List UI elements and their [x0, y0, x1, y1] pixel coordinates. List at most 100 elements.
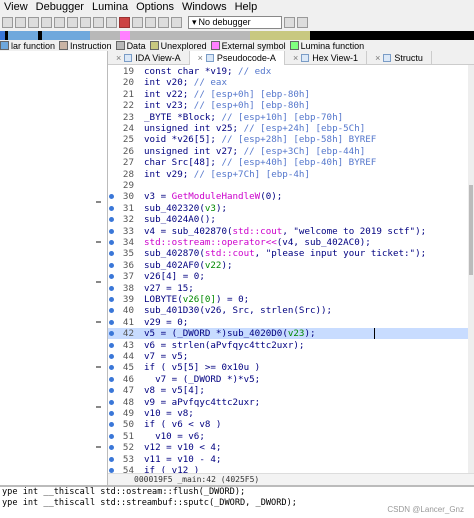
code-line[interactable]: 38 v27 = 15;: [108, 283, 474, 294]
tab-structu[interactable]: × Structu: [367, 51, 432, 65]
code-line[interactable]: 25 void *v26[5]; // [esp+28h] [ebp-58h] B…: [108, 134, 474, 145]
navigation-band[interactable]: [0, 31, 474, 40]
code-token: v7 = (_DWORD *)*v5;: [144, 373, 261, 385]
code-line[interactable]: 50 if ( v6 < v8 ): [108, 419, 474, 430]
breakpoint-dot-icon[interactable]: [109, 456, 114, 462]
code-line[interactable]: 20 int v20; // eax: [108, 77, 474, 88]
toolbar-button[interactable]: [28, 17, 39, 28]
code-line[interactable]: 39 LOBYTE(v26[0]) = 0;: [108, 294, 474, 305]
breakpoint-dot-icon[interactable]: [109, 399, 114, 405]
breakpoint-dot-icon[interactable]: [109, 262, 114, 268]
code-line[interactable]: 42 v5 = (_DWORD *)sub_4020D0(v23);: [108, 328, 474, 340]
code-line[interactable]: 32 sub_4024A0();: [108, 214, 474, 225]
toolbar-button[interactable]: [106, 17, 117, 28]
breakpoint-dot-icon[interactable]: [109, 228, 114, 234]
toolbar-button[interactable]: [93, 17, 104, 28]
close-icon[interactable]: ×: [198, 53, 203, 63]
toolbar-button[interactable]: [171, 17, 182, 28]
debugger-select[interactable]: ▾ No debugger: [188, 16, 282, 29]
breakpoint-dot-icon[interactable]: [109, 308, 114, 314]
breakpoint-dot-icon[interactable]: [109, 365, 114, 371]
menu-options[interactable]: Options: [132, 0, 178, 14]
breakpoint-dot-icon[interactable]: [109, 240, 114, 245]
code-line[interactable]: 41 v29 = 0;: [108, 317, 474, 328]
code-line[interactable]: 44 v7 = v5;: [108, 351, 474, 362]
toolbar-button[interactable]: [2, 17, 13, 28]
breakpoint-dot-icon[interactable]: [109, 376, 114, 382]
toolbar-button[interactable]: [54, 17, 65, 28]
output-window[interactable]: ype int __thiscall std::ostream::flush(_…: [0, 485, 474, 518]
code-line[interactable]: 26 unsigned int v27; // [esp+3Ch] [ebp-44…: [108, 146, 474, 157]
breakpoint-dot-icon[interactable]: [109, 445, 114, 451]
code-line[interactable]: 53 v11 = v10 - 4;: [108, 454, 474, 465]
code-line[interactable]: 43 v6 = strlen(aPvfqyc4ttc2uxr);: [108, 340, 474, 351]
tab-pseudocode-a[interactable]: × Pseudocode-A: [189, 51, 285, 65]
toolbar-button[interactable]: [132, 17, 143, 28]
scroll-thumb[interactable]: [469, 185, 473, 275]
code-line[interactable]: 37 v26[4] = 0;: [108, 271, 474, 282]
breakpoint-dot-icon[interactable]: [109, 251, 114, 257]
code-token: // [esp+0h] [ebp-80h]: [193, 88, 310, 100]
breakpoint-dot-icon[interactable]: [109, 331, 114, 337]
code-line[interactable]: 45 if ( v5[5] >= 0x10u ): [108, 362, 474, 373]
menu-lumina[interactable]: Lumina: [88, 0, 132, 14]
menu-help[interactable]: Help: [231, 0, 262, 14]
breakpoint-dot-icon[interactable]: [109, 422, 114, 428]
code-line[interactable]: 48 v9 = aPvfqyc4ttc2uxr;: [108, 397, 474, 408]
toolbar-button[interactable]: [145, 17, 156, 28]
menu-windows[interactable]: Windows: [178, 0, 231, 14]
breakpoint-dot-icon[interactable]: [109, 319, 114, 325]
breakpoint-dot-icon[interactable]: [109, 354, 114, 359]
breakpoint-dot-icon[interactable]: [109, 411, 114, 416]
code-line[interactable]: 21 int v22; // [esp+0h] [ebp-80h]: [108, 89, 474, 100]
menu-view[interactable]: View: [0, 0, 32, 14]
code-line[interactable]: 19 const char *v19; // edx: [108, 66, 474, 77]
line-number: 43: [122, 339, 134, 351]
code-line[interactable]: 51 v10 = v6;: [108, 431, 474, 442]
menu-debugger[interactable]: Debugger: [32, 0, 88, 14]
breakpoint-dot-icon[interactable]: [109, 433, 114, 439]
code-line[interactable]: 30 v3 = GetModuleHandleW(0);: [108, 191, 474, 202]
toolbar-button[interactable]: [158, 17, 169, 28]
scrollbar[interactable]: [468, 65, 474, 473]
code-line[interactable]: 54 if ( v12 ): [108, 465, 474, 473]
functions-pane[interactable]: [0, 51, 108, 485]
code-line[interactable]: 40 sub_401D30(v26, Src, strlen(Src));: [108, 305, 474, 316]
code-line[interactable]: 35 sub_402870(std::cout, "please input yo…: [108, 248, 474, 259]
toolbar-button[interactable]: [67, 17, 78, 28]
code-line[interactable]: 27 char Src[48]; // [esp+40h] [ebp-40h] B…: [108, 157, 474, 168]
toolbar-button[interactable]: [80, 17, 91, 28]
code-line[interactable]: 24 unsigned int v25; // [esp+24h] [ebp-5C…: [108, 123, 474, 134]
breakpoint-dot-icon[interactable]: [109, 285, 114, 291]
toolbar-button[interactable]: [15, 17, 26, 28]
code-line[interactable]: 34 std::ostream::operator<<(v4, sub_402AC…: [108, 237, 474, 248]
code-line[interactable]: 23 _BYTE *Block; // [esp+10h] [ebp-70h]: [108, 112, 474, 123]
code-line[interactable]: 33 v4 = sub_402870(std::cout, "welcome to…: [108, 226, 474, 237]
tab-hex-view-1[interactable]: × Hex View-1: [285, 51, 368, 65]
close-icon[interactable]: ×: [116, 53, 121, 63]
code-line[interactable]: 47 v8 = v5[4];: [108, 385, 474, 396]
breakpoint-dot-icon[interactable]: [109, 297, 114, 302]
breakpoint-dot-icon[interactable]: [109, 194, 114, 200]
breakpoint-dot-icon[interactable]: [109, 205, 114, 211]
breakpoint-dot-icon[interactable]: [109, 217, 114, 223]
close-icon[interactable]: ×: [293, 53, 298, 63]
toolbar-button[interactable]: [284, 17, 295, 28]
toolbar-button[interactable]: [41, 17, 52, 28]
code-line[interactable]: 36 sub_402AF0(v22);: [108, 260, 474, 271]
code-line[interactable]: 31 sub_402320(v3);: [108, 203, 474, 214]
pseudocode-view[interactable]: 19 const char *v19; // edx 20 int v20; // e…: [108, 65, 474, 473]
tab-ida-view-a[interactable]: × IDA View-A: [108, 51, 190, 65]
close-icon[interactable]: ×: [375, 53, 380, 63]
toolbar-button[interactable]: [297, 17, 308, 28]
code-line[interactable]: 29: [108, 180, 474, 191]
code-line[interactable]: 49 v10 = v8;: [108, 408, 474, 419]
code-line[interactable]: 46 v7 = (_DWORD *)*v5;: [108, 374, 474, 385]
code-line[interactable]: 22 int v23; // [esp+0h] [ebp-80h]: [108, 100, 474, 111]
code-line[interactable]: 52 v12 = v10 < 4;: [108, 442, 474, 453]
breakpoint-dot-icon[interactable]: [109, 388, 114, 394]
breakpoint-dot-icon[interactable]: [109, 274, 114, 280]
breakpoint-dot-icon[interactable]: [109, 342, 114, 348]
code-line[interactable]: 28 int v29; // [esp+7Ch] [ebp-4h]: [108, 169, 474, 180]
stop-icon[interactable]: [119, 17, 130, 28]
